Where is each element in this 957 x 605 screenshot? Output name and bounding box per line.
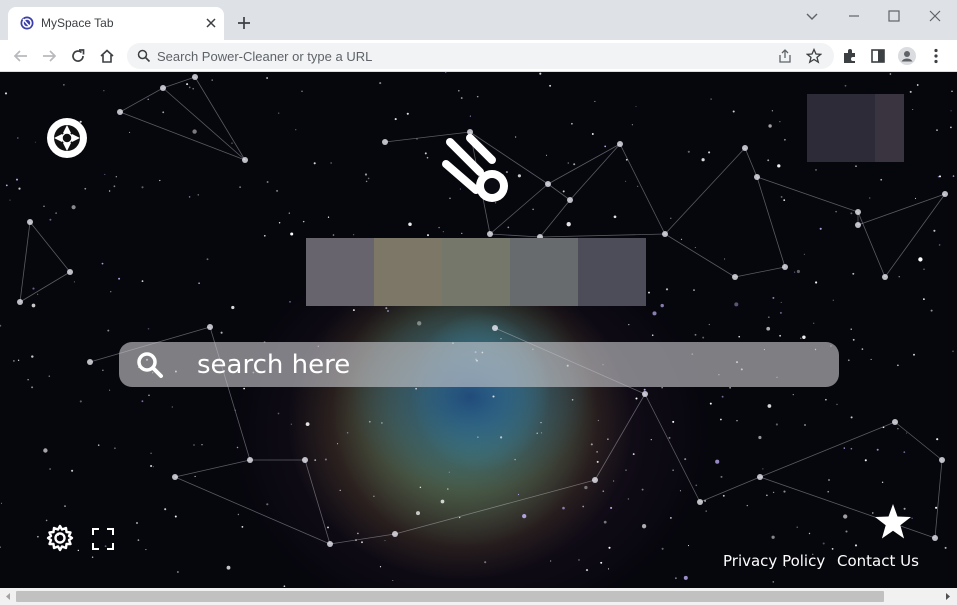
tab-close-icon[interactable] [204, 16, 218, 30]
search-input[interactable] [197, 346, 817, 383]
fullscreen-icon[interactable] [91, 527, 115, 551]
thumbnail-top-right[interactable] [807, 94, 904, 162]
star-icon[interactable] [874, 503, 912, 541]
contact-us-link[interactable]: Contact Us [837, 552, 919, 570]
new-tab-plus-icon[interactable] [234, 13, 254, 33]
search-icon [137, 49, 151, 63]
share-icon[interactable] [777, 48, 793, 64]
thumbnail-block [875, 94, 904, 162]
tab-myspace[interactable]: MySpace Tab [8, 7, 224, 40]
scroll-right-icon[interactable] [942, 591, 954, 602]
menu-icon[interactable] [926, 46, 946, 66]
thumbnail-4[interactable] [510, 238, 578, 306]
address-placeholder: Search Power-Cleaner or type a URL [157, 49, 373, 64]
tab-search-chevron-down-icon[interactable] [802, 6, 822, 26]
scrollbar-thumb[interactable] [16, 591, 884, 602]
tab-title: MySpace Tab [41, 16, 114, 30]
browser-toolbar: Search Power-Cleaner or type a URL [0, 40, 957, 72]
search-icon[interactable] [135, 350, 165, 380]
thumbnail-2[interactable] [374, 238, 442, 306]
gear-icon[interactable] [45, 523, 75, 553]
maximize-icon[interactable] [884, 6, 904, 26]
thumbnail-row [306, 238, 646, 306]
profile-icon[interactable] [897, 46, 917, 66]
extensions-icon[interactable] [840, 46, 860, 66]
minimize-icon[interactable] [844, 6, 864, 26]
search-bar [119, 342, 839, 387]
thumbnail-1[interactable] [306, 238, 374, 306]
favicon-icon [20, 16, 34, 30]
tab-strip: MySpace Tab [0, 0, 957, 40]
aperture-logo-icon[interactable] [45, 116, 89, 160]
home-icon[interactable] [97, 46, 117, 66]
horizontal-scrollbar[interactable] [0, 588, 957, 605]
thumbnail-3[interactable] [442, 238, 510, 306]
address-bar[interactable]: Search Power-Cleaner or type a URL [127, 43, 834, 69]
privacy-policy-link[interactable]: Privacy Policy [723, 552, 825, 570]
forward-icon[interactable] [39, 46, 59, 66]
window-close-icon[interactable] [925, 6, 945, 26]
new-tab-page: Privacy Policy Contact Us [0, 72, 957, 588]
thumbnail-block [807, 94, 875, 162]
thumbnail-5[interactable] [578, 238, 646, 306]
reload-icon[interactable] [68, 46, 88, 66]
side-panel-icon[interactable] [868, 46, 888, 66]
bookmark-star-icon[interactable] [806, 48, 822, 64]
comet-icon [442, 134, 508, 202]
scroll-left-icon[interactable] [2, 591, 14, 602]
back-icon[interactable] [11, 46, 31, 66]
